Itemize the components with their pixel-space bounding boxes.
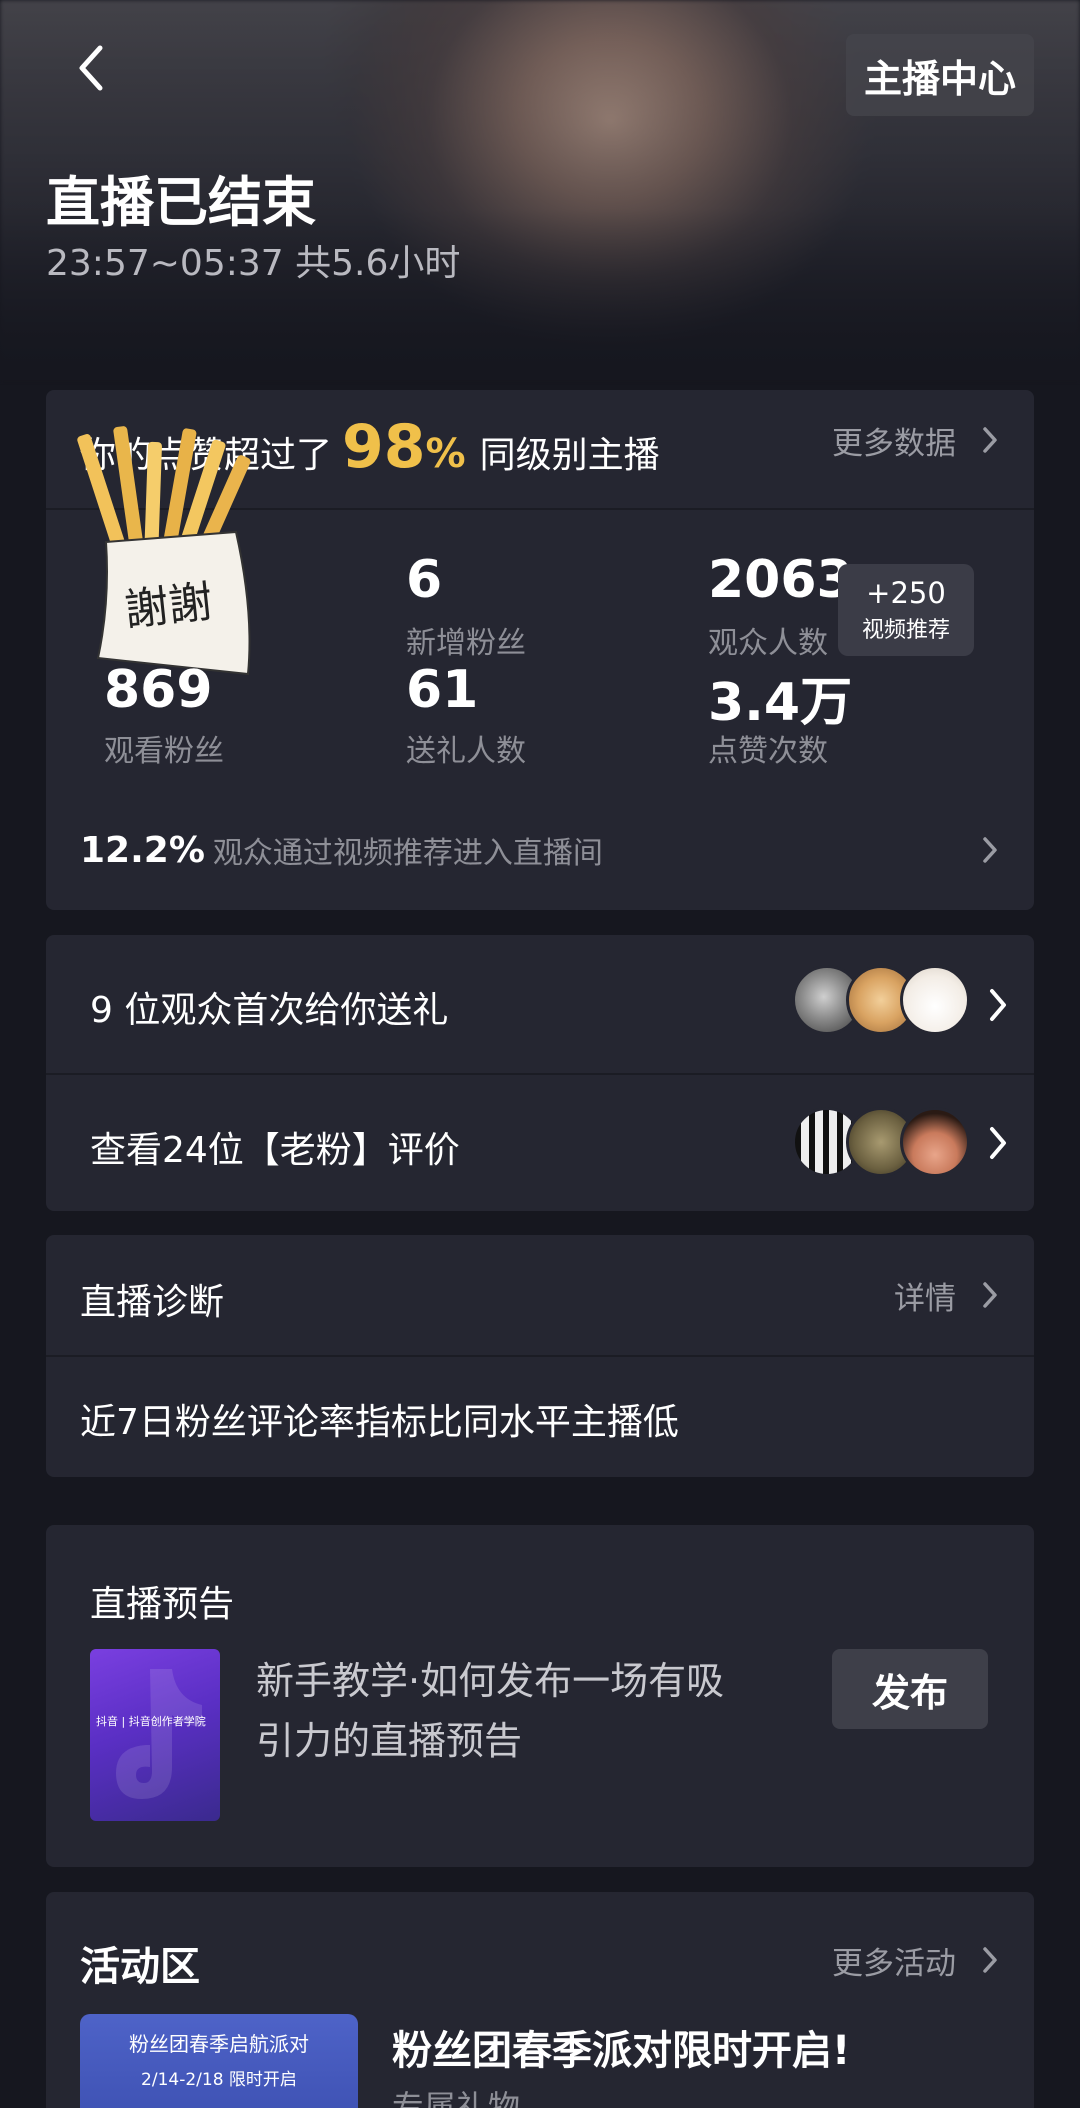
stat-value: 869 [104, 660, 213, 720]
more-activities-link[interactable]: 更多活动 [832, 1938, 998, 1982]
likes-percent-sign: % [425, 431, 466, 477]
tutorial-text-line: 新手教学·如何发布一场有吸 [256, 1659, 725, 1703]
chevron-right-icon [983, 837, 997, 863]
chevron-right-icon [983, 1947, 997, 1973]
activity-card: 活动区 更多活动 粉丝团春季启航派对 2/14-2/18 限时开启 粉丝团春季派… [46, 1892, 1034, 2108]
divider [46, 1355, 1034, 1357]
chevron-left-icon [79, 45, 103, 91]
fries-sticker [77, 426, 251, 676]
more-data-link[interactable]: 更多数据 [832, 420, 998, 462]
more-activities-label: 更多活动 [832, 1945, 956, 1982]
music-note-icon [116, 1669, 202, 1799]
video-recommend-badge: +250 视频推荐 [838, 564, 974, 656]
chevron-right-icon [983, 427, 997, 453]
diagnosis-details-label: 详情 [894, 1280, 956, 1317]
avatar [900, 965, 970, 1035]
stat-label: 点赞次数 [708, 734, 828, 769]
old-fans-text: 查看24位【老粉】评价 [90, 1130, 460, 1171]
stats-card: 你的点赞超过了 98 % 同级别主播 更多数据 謝謝 869 观看粉丝 6 新增… [46, 390, 1034, 910]
likes-percent: 98 [342, 412, 426, 482]
tutorial-thumbnail[interactable]: 抖音 | 抖音创作者学院 [90, 1649, 220, 1821]
stat-label: 送礼人数 [406, 734, 526, 769]
activity-item-title[interactable]: 粉丝团春季派对限时开启! [392, 2018, 850, 2076]
first-gift-row[interactable]: 9 位观众首次给你送礼 [46, 935, 1034, 1073]
diagnosis-card: 直播诊断 详情 近7日粉丝评论率指标比同水平主播低 [46, 1235, 1034, 1477]
activity-banner[interactable]: 粉丝团春季启航派对 2/14-2/18 限时开启 [80, 2014, 358, 2108]
stat-value: 6 [406, 550, 443, 610]
recommend-text: 观众通过视频推荐进入直播间 [212, 836, 603, 871]
first-gift-text: 9 位观众首次给你送礼 [90, 990, 449, 1031]
preview-card: 直播预告 抖音 | 抖音创作者学院 新手教学·如何发布一场有吸 引力的直播预告 … [46, 1525, 1034, 1867]
recommend-row[interactable]: 12.2% 观众通过视频推荐进入直播间 [80, 820, 998, 880]
activity-title: 活动区 [80, 1944, 200, 1990]
thumbnail-caption: 抖音 | 抖音创作者学院 [96, 1715, 206, 1728]
stat-value: 2063 [708, 550, 853, 610]
preview-title: 直播预告 [90, 1584, 235, 1625]
stat-label: 新增粉丝 [406, 626, 526, 661]
diagnosis-details-link[interactable]: 详情 [894, 1273, 998, 1317]
activity-banner-date: 2/14-2/18 限时开启 [141, 2070, 297, 2090]
back-button[interactable] [66, 40, 116, 96]
chevron-right-icon [990, 1127, 1006, 1159]
tutorial-link[interactable]: 新手教学·如何发布一场有吸 引力的直播预告 [256, 1651, 846, 1771]
diagnosis-title: 直播诊断 [80, 1282, 225, 1323]
chevron-right-icon [990, 989, 1006, 1021]
tutorial-text-line: 引力的直播预告 [256, 1719, 523, 1763]
sticker-text: 謝謝 [122, 576, 215, 637]
chevron-right-icon [983, 1282, 997, 1308]
stat-value: 3.4万 [708, 673, 853, 733]
likes-summary-suffix: 同级别主播 [479, 435, 660, 476]
streamer-center-button[interactable]: 主播中心 [845, 34, 1034, 116]
stat-value: 61 [406, 660, 479, 720]
video-recommend-label: 视频推荐 [861, 618, 950, 643]
page-title: 直播已结束 [46, 171, 316, 234]
old-fans-row[interactable]: 查看24位【老粉】评价 [46, 1075, 1034, 1211]
publish-button[interactable]: 发布 [832, 1649, 988, 1729]
activity-banner-title: 粉丝团春季启航派对 [129, 2032, 309, 2056]
more-data-label: 更多数据 [832, 425, 956, 462]
avatar [900, 1107, 970, 1177]
stat-label: 观看粉丝 [104, 734, 224, 769]
stream-time-range: 23:57~05:37 共5.6小时 [46, 243, 461, 284]
video-recommend-count: +250 [866, 576, 946, 610]
diagnosis-message: 近7日粉丝评论率指标比同水平主播低 [80, 1402, 679, 1443]
activity-item-subtitle: 专属礼物 [392, 2088, 521, 2108]
recommend-percent: 12.2% [80, 829, 205, 871]
audience-card: 9 位观众首次给你送礼 查看24位【老粉】评价 [46, 935, 1034, 1211]
stat-label: 观众人数 [708, 626, 828, 661]
